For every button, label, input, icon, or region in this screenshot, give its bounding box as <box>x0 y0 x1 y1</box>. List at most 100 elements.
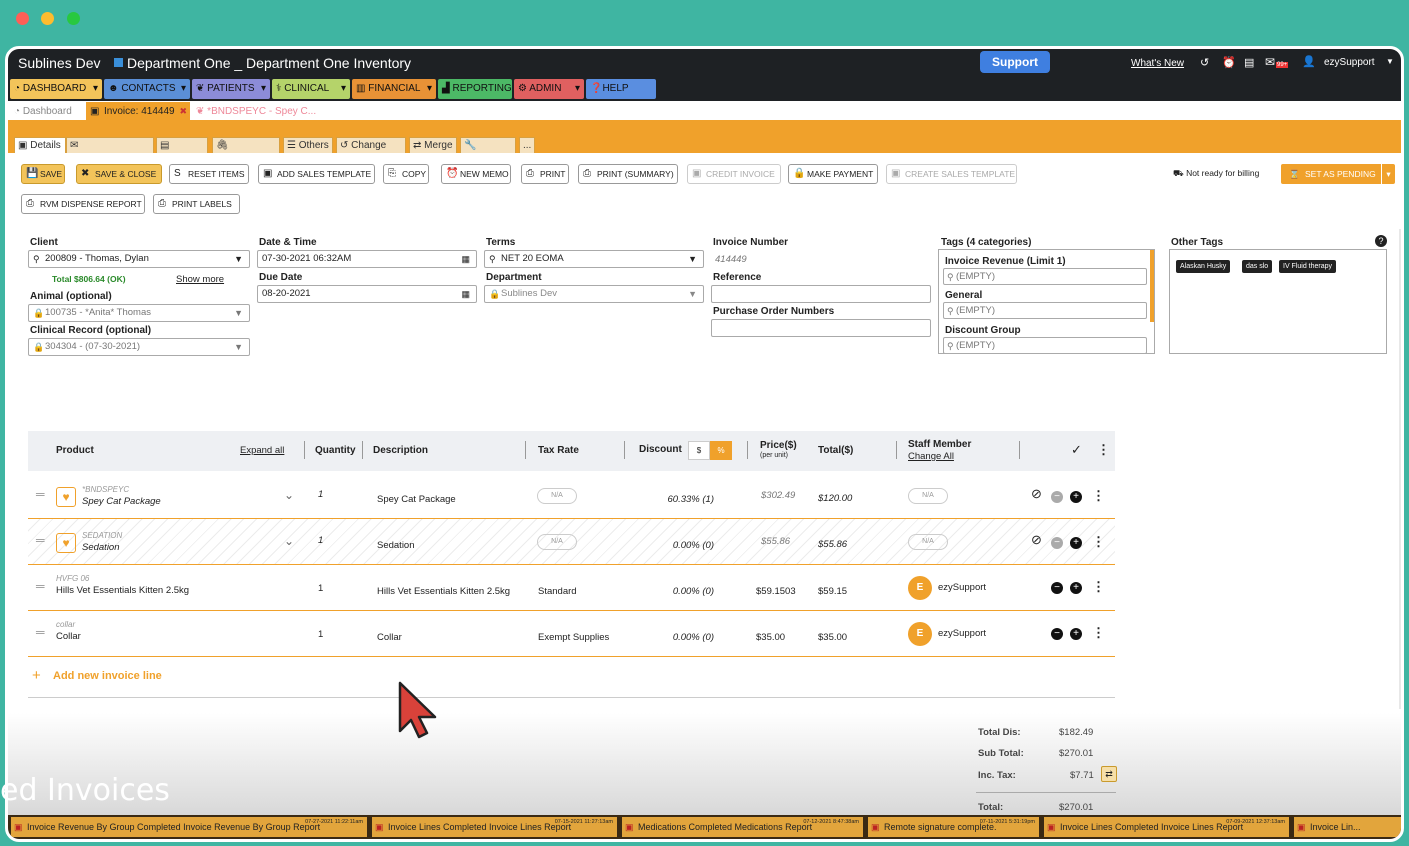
terms-select[interactable]: ⚲ NET 20 EOMA ▼ <box>484 250 704 268</box>
save-button[interactable]: 💾 SAVE <box>21 164 65 184</box>
more-options-icon[interactable]: ⋮ <box>1097 442 1110 458</box>
minus-circle-icon[interactable]: − <box>1051 582 1063 594</box>
check-icon[interactable]: ✓ <box>1071 442 1082 458</box>
create-sales-template-button[interactable]: ▣ CREATE SALES TEMPLATE <box>886 164 1017 184</box>
tag-chip[interactable]: Alaskan Husky <box>1176 260 1231 273</box>
nav-admin[interactable]: ⚙ ADMIN ▾ <box>514 79 584 99</box>
minus-circle-icon[interactable]: − <box>1051 537 1063 549</box>
plus-circle-icon[interactable]: + <box>1070 491 1082 503</box>
print-labels-button[interactable]: ⎙ PRINT LABELS <box>153 194 240 214</box>
discount-value[interactable]: 0.00% (0) <box>673 540 714 551</box>
nav-dashboard[interactable]: ◔ DASHBOARD ▾ <box>10 79 102 99</box>
unit-price[interactable]: $35.00 <box>756 632 785 643</box>
user-menu[interactable]: ezySupport <box>1324 57 1375 68</box>
user-icon[interactable]: 👤 <box>1302 55 1316 68</box>
chevron-down-icon[interactable]: ▾ <box>1381 164 1395 184</box>
chevron-down-icon[interactable]: ▼ <box>1386 57 1394 66</box>
chevron-down-icon[interactable]: ⌄ <box>284 488 294 502</box>
reset-items-button[interactable]: S RESET ITEMS <box>169 164 249 184</box>
description[interactable]: Hills Vet Essentials Kitten 2.5kg <box>377 586 510 597</box>
subtab-memos[interactable]: ▤ Memos <box>156 137 208 167</box>
tax-rate[interactable]: Standard <box>538 586 577 597</box>
print-summary-button[interactable]: ⎙ PRINT (SUMMARY) <box>578 164 678 184</box>
subtab-communication[interactable]: ✉ Communication <box>66 137 154 167</box>
subtab-merge[interactable]: ⇄ Merge <box>409 137 457 153</box>
subtab-support[interactable]: 🔧 Support <box>460 137 516 167</box>
subtab-attachment[interactable]: 🖇 Attachment <box>212 137 280 167</box>
drag-handle-icon[interactable]: ═ <box>36 579 45 593</box>
subtab-change-log[interactable]: ↺ Change Log <box>336 137 406 167</box>
invoice-line-row[interactable]: ═ collar Collar 1 Collar Exempt Supplies 0.00%… <box>28 611 1115 657</box>
nav-clinical[interactable]: ⚕ CLINICAL ▾ <box>272 79 350 99</box>
help-icon[interactable]: ? <box>1375 235 1387 247</box>
quantity[interactable]: 1 <box>318 583 323 594</box>
new-memo-button[interactable]: ⏰ NEW MEMO <box>441 164 511 184</box>
subtab-others[interactable]: ☰ Others <box>283 137 333 153</box>
nav-reporting[interactable]: ▟ REPORTING <box>438 79 512 99</box>
invoice-line-row[interactable]: ═ HVFG 06 Hills Vet Essentials Kitten 2.5k… <box>28 565 1115 611</box>
po-numbers-input[interactable] <box>711 319 931 337</box>
reference-input[interactable] <box>711 285 931 303</box>
close-icon[interactable]: ✖ <box>179 102 187 121</box>
make-payment-button[interactable]: 🔒 MAKE PAYMENT <box>788 164 878 184</box>
alarm-icon[interactable]: ⏰ <box>1222 56 1236 69</box>
hidden-eye-icon[interactable]: ⊘ <box>1031 486 1042 502</box>
tab-spey-package[interactable]: ❦ *BNDSPEYC - Spey C... <box>196 106 316 117</box>
show-more-link[interactable]: Show more <box>176 274 224 285</box>
plus-circle-icon[interactable]: + <box>1070 537 1082 549</box>
close-window-button[interactable] <box>16 12 29 25</box>
plus-circle-icon[interactable]: + <box>1070 582 1082 594</box>
nav-help[interactable]: ❓HELP <box>586 79 656 99</box>
invoice-line-row[interactable]: ═ ♥ SEDATION Sedation ⌄ 1 Sedation N/A 0.00% (0)… <box>28 519 1115 565</box>
save-close-button[interactable]: ✖ SAVE & CLOSE <box>76 164 162 184</box>
quantity[interactable]: 1 <box>318 629 323 640</box>
nav-patients[interactable]: ❦ PATIENTS ▾ <box>192 79 270 99</box>
tag-group-input[interactable]: ⚲ (EMPTY) <box>943 337 1147 353</box>
task-notification[interactable]: ▣ Invoice Lin... <box>1294 817 1401 837</box>
plus-icon[interactable]: + <box>32 667 41 684</box>
tag-group-input[interactable]: ⚲ (EMPTY) <box>943 268 1147 285</box>
animal-select[interactable]: 🔒 100735 - *Anita* Thomas ▼ <box>28 304 250 322</box>
support-button[interactable]: Support <box>980 51 1050 73</box>
chevron-down-icon[interactable]: ⌄ <box>284 534 294 548</box>
more-options-icon[interactable]: ⋮ <box>1092 579 1105 595</box>
more-options-icon[interactable]: ⋮ <box>1092 488 1105 504</box>
tax-rate[interactable]: Exempt Supplies <box>538 632 609 643</box>
tab-dashboard[interactable]: ◔ Dashboard <box>14 106 72 117</box>
tag-group-input[interactable]: ⚲ (EMPTY) <box>943 302 1147 319</box>
expand-all-link[interactable]: Expand all <box>240 445 284 456</box>
drag-handle-icon[interactable]: ═ <box>36 533 45 547</box>
print-queue-icon[interactable]: ▤ <box>1244 56 1254 69</box>
description[interactable]: Collar <box>377 632 402 643</box>
discount-dollar-toggle[interactable]: $ <box>688 441 710 460</box>
tags-scrollbar[interactable] <box>1150 250 1154 322</box>
set-as-pending-button[interactable]: ⌛ SET AS PENDING ▾ <box>1281 164 1395 184</box>
unit-price[interactable]: $302.49 <box>761 490 795 501</box>
date-time-input[interactable]: 07-30-2021 06:32AM ▦ <box>257 250 477 268</box>
invoice-line-row[interactable]: ═ ♥ *BNDSPEYC Spey Cat Package ⌄ 1 Spey Cat Pa… <box>28 473 1115 519</box>
staff-member[interactable]: ezySupport <box>938 628 986 639</box>
rvm-dispense-report-button[interactable]: ⎙ RVM DISPENSE REPORT <box>21 194 145 214</box>
whats-new-link[interactable]: What's New <box>1131 58 1184 69</box>
more-options-icon[interactable]: ⋮ <box>1092 625 1105 641</box>
drag-handle-icon[interactable]: ═ <box>36 625 45 639</box>
minus-circle-icon[interactable]: − <box>1051 491 1063 503</box>
calendar-icon[interactable]: ▦ <box>461 286 470 302</box>
credit-invoice-button[interactable]: ▣ CREDIT INVOICE <box>687 164 781 184</box>
page-scrollbar[interactable] <box>1399 229 1401 709</box>
staff-member[interactable]: ezySupport <box>938 582 986 593</box>
discount-value[interactable]: 60.33% (1) <box>668 494 714 505</box>
calendar-icon[interactable]: ▦ <box>461 251 470 267</box>
minimize-window-button[interactable] <box>41 12 54 25</box>
drag-handle-icon[interactable]: ═ <box>36 487 45 501</box>
task-notification[interactable]: ▣ Medications Completed Medications Repor… <box>622 817 865 837</box>
tab-invoice[interactable]: ▣ Invoice: 414449 ✖ <box>86 102 190 121</box>
description[interactable]: Spey Cat Package <box>377 494 456 505</box>
maximize-window-button[interactable] <box>67 12 80 25</box>
subtab-details[interactable]: ▣ Details <box>14 137 66 153</box>
swap-tax-icon[interactable]: ⇄ <box>1101 766 1117 782</box>
task-notification[interactable]: ▣ Invoice Lines Completed Invoice Lines R… <box>372 817 619 837</box>
clinical-record-select[interactable]: 🔒 304304 - (07-30-2021) ▼ <box>28 338 250 356</box>
task-notification[interactable]: ▣ Invoice Revenue By Group Completed Invo… <box>11 817 369 837</box>
tag-chip[interactable]: IV Fluid therapy <box>1279 260 1337 273</box>
